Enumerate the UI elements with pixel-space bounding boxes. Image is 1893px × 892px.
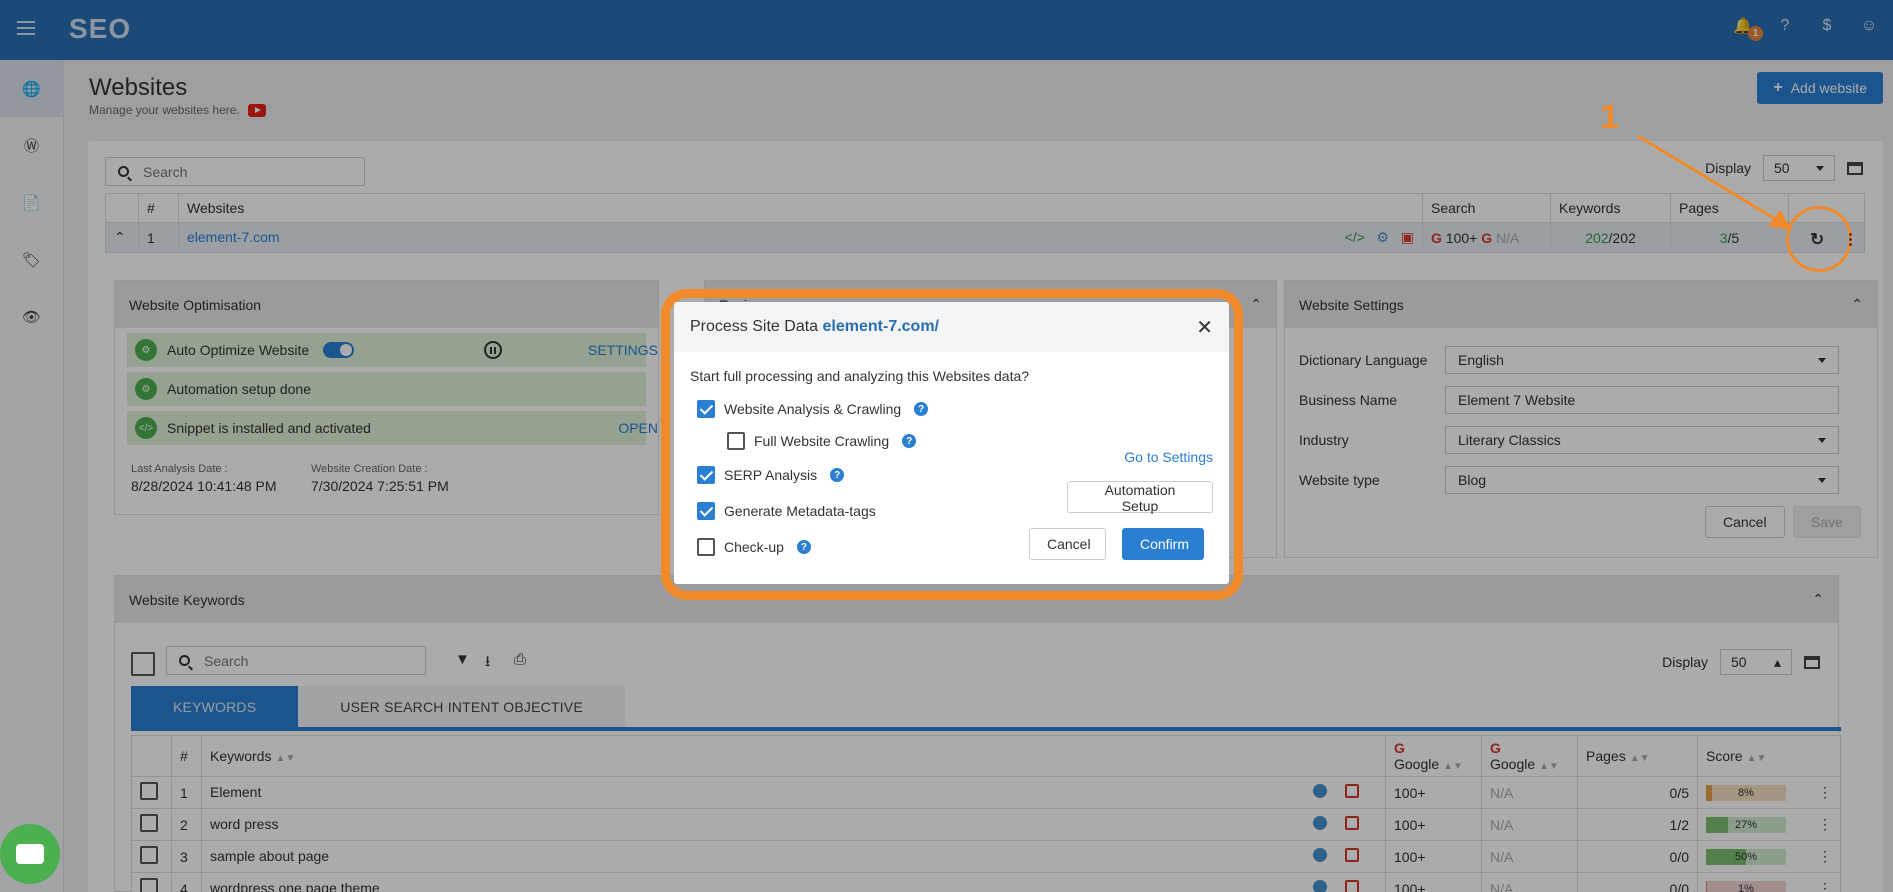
full-crawl-checkbox[interactable] [727,432,745,450]
checkup-checkbox[interactable] [697,538,715,556]
help-icon[interactable]: ? [914,402,929,416]
analysis-checkbox[interactable] [697,400,715,418]
annotation-arrow [1637,134,1792,230]
help-icon[interactable]: ? [830,468,845,482]
annotation-arrow-head [1768,210,1792,230]
more-icon[interactable]: ⋮ [1843,230,1858,248]
refresh-icon[interactable]: ↻ [1810,230,1824,250]
go-to-settings-link[interactable]: Go to Settings [1124,449,1213,465]
dialog-question: Start full processing and analyzing this… [690,368,1030,384]
annotation-number: 1 [1600,98,1619,136]
confirm-button[interactable]: Confirm [1122,528,1204,560]
help-icon[interactable]: ? [902,434,917,448]
option-website-analysis[interactable]: Website Analysis & Crawling? [697,400,929,418]
annotation-arrow-line [1637,134,1781,224]
metadata-checkbox[interactable] [697,502,715,520]
help-icon[interactable]: ? [796,540,811,554]
close-icon[interactable]: ✕ [1196,315,1213,340]
option-serp-analysis[interactable]: SERP Analysis? [697,466,845,484]
option-checkup[interactable]: Check-up? [697,538,811,556]
dialog-title: Process Site Data element-7.com/ [690,318,939,335]
serp-checkbox[interactable] [697,466,715,484]
process-site-dialog: Process Site Data element-7.com/ ✕ Start… [674,302,1229,584]
automation-setup-button[interactable]: Automation Setup [1067,481,1213,514]
option-metadata-tags[interactable]: Generate Metadata-tags [697,502,876,520]
dialog-cancel-button[interactable]: Cancel [1029,528,1106,560]
chat-button[interactable] [0,824,60,884]
option-full-crawling[interactable]: Full Website Crawling? [727,432,917,450]
chat-icon [16,844,44,864]
